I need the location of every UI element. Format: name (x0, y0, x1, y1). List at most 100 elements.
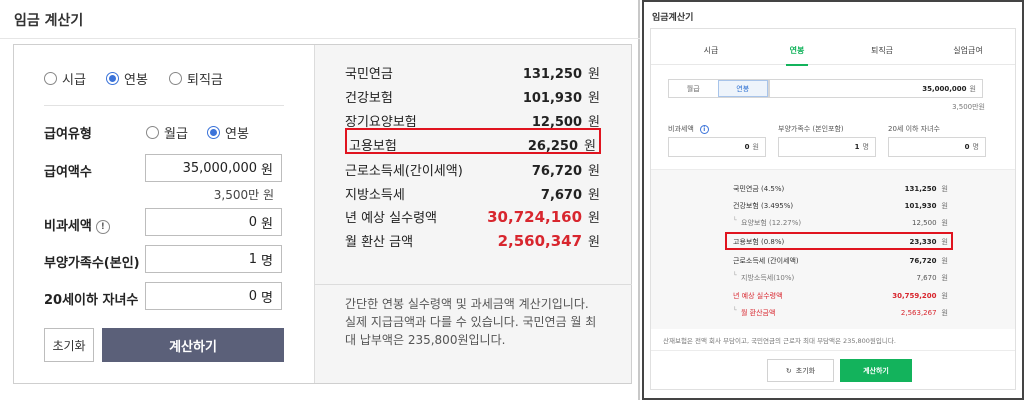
children-value: 0 (248, 288, 258, 304)
salary-input[interactable]: 35,000,000 원 (769, 79, 983, 98)
radio-label: 시급 (62, 73, 86, 88)
tab-severance[interactable]: 퇴직금 (871, 45, 893, 56)
toggle-monthly[interactable]: 월급 (669, 80, 718, 97)
input-form: 시급 연봉 퇴직금 급여유형 월급 연봉 급여액수 35,000,000 원 3… (14, 45, 314, 383)
radio-checked-icon (106, 72, 119, 85)
result-value: 30,724,160 원 (487, 208, 600, 226)
page-title: 임금 계산기 (14, 13, 84, 29)
result-row-annual-net: 년 예상 실수령액 30,759,200 원 (733, 292, 948, 300)
result-value: 131,250 원 (522, 67, 600, 82)
result-value: 2,560,347 원 (497, 232, 600, 250)
reset-button[interactable]: 초기화 (44, 328, 94, 362)
result-row: 건강보험 101,930 원 (345, 87, 600, 106)
tab-bar: 시급 연봉 퇴직금 실업급여 (651, 29, 1015, 66)
radio-monthly[interactable]: 월급 (146, 123, 188, 142)
nontax-input[interactable]: 0 원 (145, 208, 282, 236)
nontax-label: 비과세액 i (668, 124, 709, 134)
result-row-sub: 지방소득세(10%) 7,670원 (733, 272, 948, 283)
salary-label: 급여액수 (44, 165, 92, 180)
highlight-box (725, 232, 953, 250)
results-divider (315, 284, 632, 285)
result-name: 근로소득세(간이세액) (345, 164, 463, 179)
info-icon[interactable]: i (699, 125, 709, 134)
result-name: 지방소득세 (345, 188, 405, 203)
result-row-sub: 요양보험 (12.27%) 12,500원 (733, 217, 948, 228)
dependents-label: 부양가족수(본인) (44, 256, 140, 271)
unit-won: 원 (261, 216, 273, 232)
salary-input[interactable]: 35,000,000 원 (145, 154, 282, 182)
highlight-box (345, 128, 601, 154)
dependents-input[interactable]: 1명 (778, 137, 876, 157)
calculator-panel-left: 임금 계산기 시급 연봉 퇴직금 급여유형 월급 연봉 급여액수 35,000,… (0, 0, 640, 400)
radio-pay-annual[interactable]: 연봉 (207, 123, 249, 142)
unit-won: 원 (261, 162, 273, 178)
result-row-monthly: 월 환산 금액 2,560,347 원 (345, 231, 600, 250)
unit-won: 원 (969, 84, 976, 93)
radio-annual[interactable]: 연봉 (106, 69, 148, 88)
toggle-annual[interactable]: 연봉 (717, 80, 768, 97)
info-icon[interactable]: ! (95, 220, 110, 234)
radio-severance[interactable]: 퇴직금 (169, 69, 223, 88)
unit-person: 명 (261, 290, 273, 306)
refresh-icon: ↻ (785, 366, 792, 375)
result-row-annual-net: 년 예상 실수령액 30,724,160 원 (345, 207, 600, 226)
radio-circle-icon (169, 72, 182, 85)
children-label: 20세이하 자녀수 (44, 293, 139, 308)
result-row: 국민연금 (4.5%) 131,250 원 (733, 185, 948, 193)
active-tab-indicator (786, 64, 808, 66)
unit-person: 명 (261, 253, 273, 269)
disclaimer-note: 산재보험은 전액 회사 부담이고, 국민연금의 근로자 최대 부담액은 235,… (663, 337, 896, 345)
result-value: 7,670 원 (540, 188, 600, 203)
result-name: 국민연금 (345, 67, 393, 82)
result-row-monthly: 월 환산금액 2,563,267원 (733, 307, 948, 318)
radio-label: 연봉 (225, 127, 249, 142)
nontax-value: 0 (248, 214, 258, 230)
radio-circle-icon (146, 126, 159, 139)
children-input[interactable]: 0명 (888, 137, 986, 157)
result-name: 건강보험 (345, 91, 393, 106)
result-row: 근로소득세 (간이세액) 76,720 원 (733, 257, 948, 265)
title-divider (0, 38, 640, 39)
calculate-button[interactable]: 계산하기 (840, 359, 912, 382)
result-name: 월 환산 금액 (345, 235, 414, 250)
form-divider (44, 105, 284, 106)
salary-in-man-won: 3,500만 원 (213, 188, 274, 202)
pay-type-toggle: 월급 연봉 (668, 79, 769, 98)
reset-button[interactable]: ↻ 초기화 (767, 359, 834, 382)
results-panel: 국민연금 (4.5%) 131,250 원 건강보험 (3.495%) 101,9… (651, 169, 1015, 329)
dependents-value: 1 (248, 251, 258, 267)
pay-type-label: 급여유형 (44, 127, 92, 142)
results-panel: 국민연금 131,250 원 건강보험 101,930 원 장기요양보험 12,50… (314, 45, 632, 383)
nontax-label: 비과세액! (44, 215, 110, 234)
calculator-panel-right: 임금계산기 시급 연봉 퇴직금 실업급여 월급 연봉 35,000,000 원 … (642, 0, 1024, 400)
tab-unemployment[interactable]: 실업급여 (953, 45, 982, 56)
children-label: 20세 이하 자녀수 (888, 125, 940, 133)
page-title: 임금계산기 (652, 13, 694, 23)
dependents-input[interactable]: 1 명 (145, 245, 282, 273)
salary-in-man-won: 3,500만원 (952, 103, 985, 111)
result-row: 지방소득세 7,670 원 (345, 184, 600, 203)
result-row: 근로소득세(간이세액) 76,720 원 (345, 160, 600, 179)
radio-label: 월급 (164, 127, 188, 142)
salary-value: 35,000,000 (182, 160, 258, 176)
radio-label: 연봉 (124, 73, 148, 88)
calculator-card: 시급 연봉 퇴직금 실업급여 월급 연봉 35,000,000 원 3,500만… (650, 28, 1016, 390)
result-row: 건강보험 (3.495%) 101,930 원 (733, 202, 948, 210)
radio-hourly[interactable]: 시급 (44, 69, 86, 88)
dependents-label: 부양가족수 (본인포함) (778, 125, 844, 133)
disclaimer-note: 간단한 연봉 실수령액 및 과세금액 계산기입니다. 실제 지급금액과 다를 수… (345, 297, 597, 347)
result-row: 국민연금 131,250 원 (345, 63, 600, 82)
calculator-frame: 시급 연봉 퇴직금 급여유형 월급 연봉 급여액수 35,000,000 원 3… (13, 44, 632, 384)
tab-annual[interactable]: 연봉 (790, 45, 805, 56)
children-input[interactable]: 0 명 (145, 282, 282, 310)
radio-checked-icon (207, 126, 220, 139)
tab-hourly[interactable]: 시급 (704, 45, 719, 56)
result-value: 76,720 원 (531, 164, 600, 179)
nontax-input[interactable]: 0원 (668, 137, 766, 157)
button-bar: ↻ 초기화 계산하기 (651, 350, 1015, 390)
calculate-button[interactable]: 계산하기 (102, 328, 284, 362)
radio-circle-icon (44, 72, 57, 85)
salary-value: 35,000,000 (922, 84, 967, 93)
result-name: 년 예상 실수령액 (345, 211, 437, 226)
result-value: 101,930 원 (522, 91, 600, 106)
